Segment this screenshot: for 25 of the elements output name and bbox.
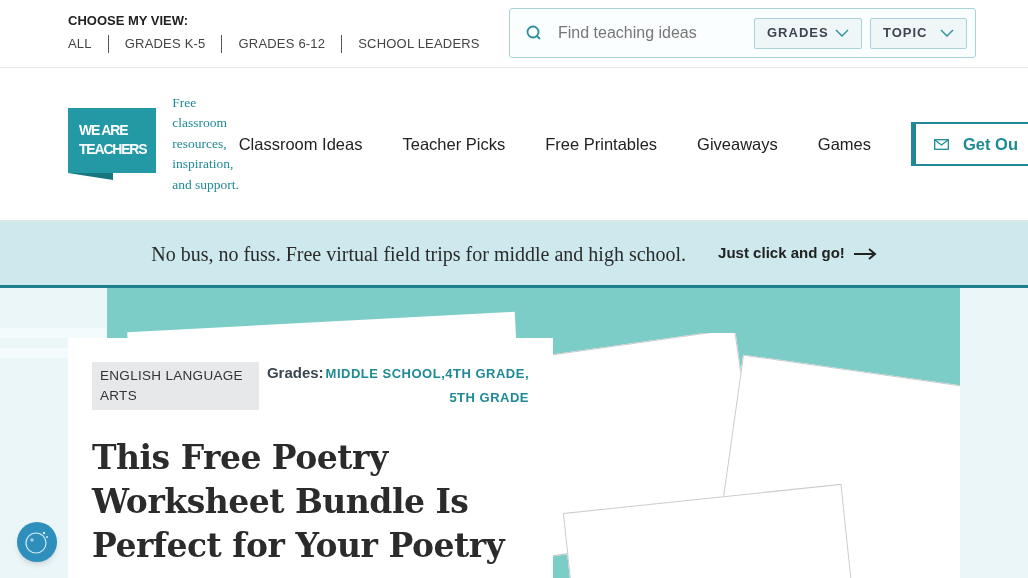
banner-text: No bus, no fuss. Free virtual field trips for middle and high school. — [151, 241, 687, 268]
nav-link[interactable]: Giveaways — [697, 131, 778, 157]
view-option[interactable]: GRADES 6-12 — [238, 35, 326, 53]
view-option[interactable]: ALL — [68, 35, 92, 53]
newsletter-button[interactable]: Get Ou — [911, 122, 1028, 166]
logo-text: WE ARE — [79, 121, 129, 140]
grade-link[interactable]: 4TH GRADE, — [445, 362, 529, 386]
view-option[interactable]: SCHOOL LEADERS — [358, 35, 480, 53]
nav-link[interactable]: Games — [817, 131, 871, 157]
nav-link[interactable]: Free Printables — [545, 131, 658, 157]
category-tag[interactable]: ENGLISH LANGUAGE ARTS — [92, 362, 259, 410]
filter-dropdown[interactable]: TOPIC — [870, 17, 967, 49]
view-label: CHOOSE MY VIEW: — [68, 12, 190, 30]
grade-link[interactable]: MIDDLE SCHOOL, — [325, 362, 446, 386]
nav-link[interactable]: Teacher Picks — [402, 131, 506, 157]
tagline: Free classroom resources, inspiration, and support. — [172, 93, 239, 194]
logo-text: TEACHERS — [79, 140, 148, 159]
search-field[interactable]: Find teaching ideas — [558, 21, 748, 45]
grade-link[interactable]: 5TH GRADE — [449, 386, 529, 410]
article-title: This Free Poetry Worksheet Bundle Is Perfect for Your Poetry — [92, 437, 507, 567]
grades-label: Grades: — [266, 363, 324, 383]
filter-dropdown[interactable]: GRADES — [754, 17, 862, 49]
view-option[interactable]: GRADES K-5 — [124, 35, 206, 53]
nav-link[interactable]: Classroom Ideas — [238, 131, 363, 157]
banner-link[interactable]: Just click and go! — [718, 242, 877, 265]
